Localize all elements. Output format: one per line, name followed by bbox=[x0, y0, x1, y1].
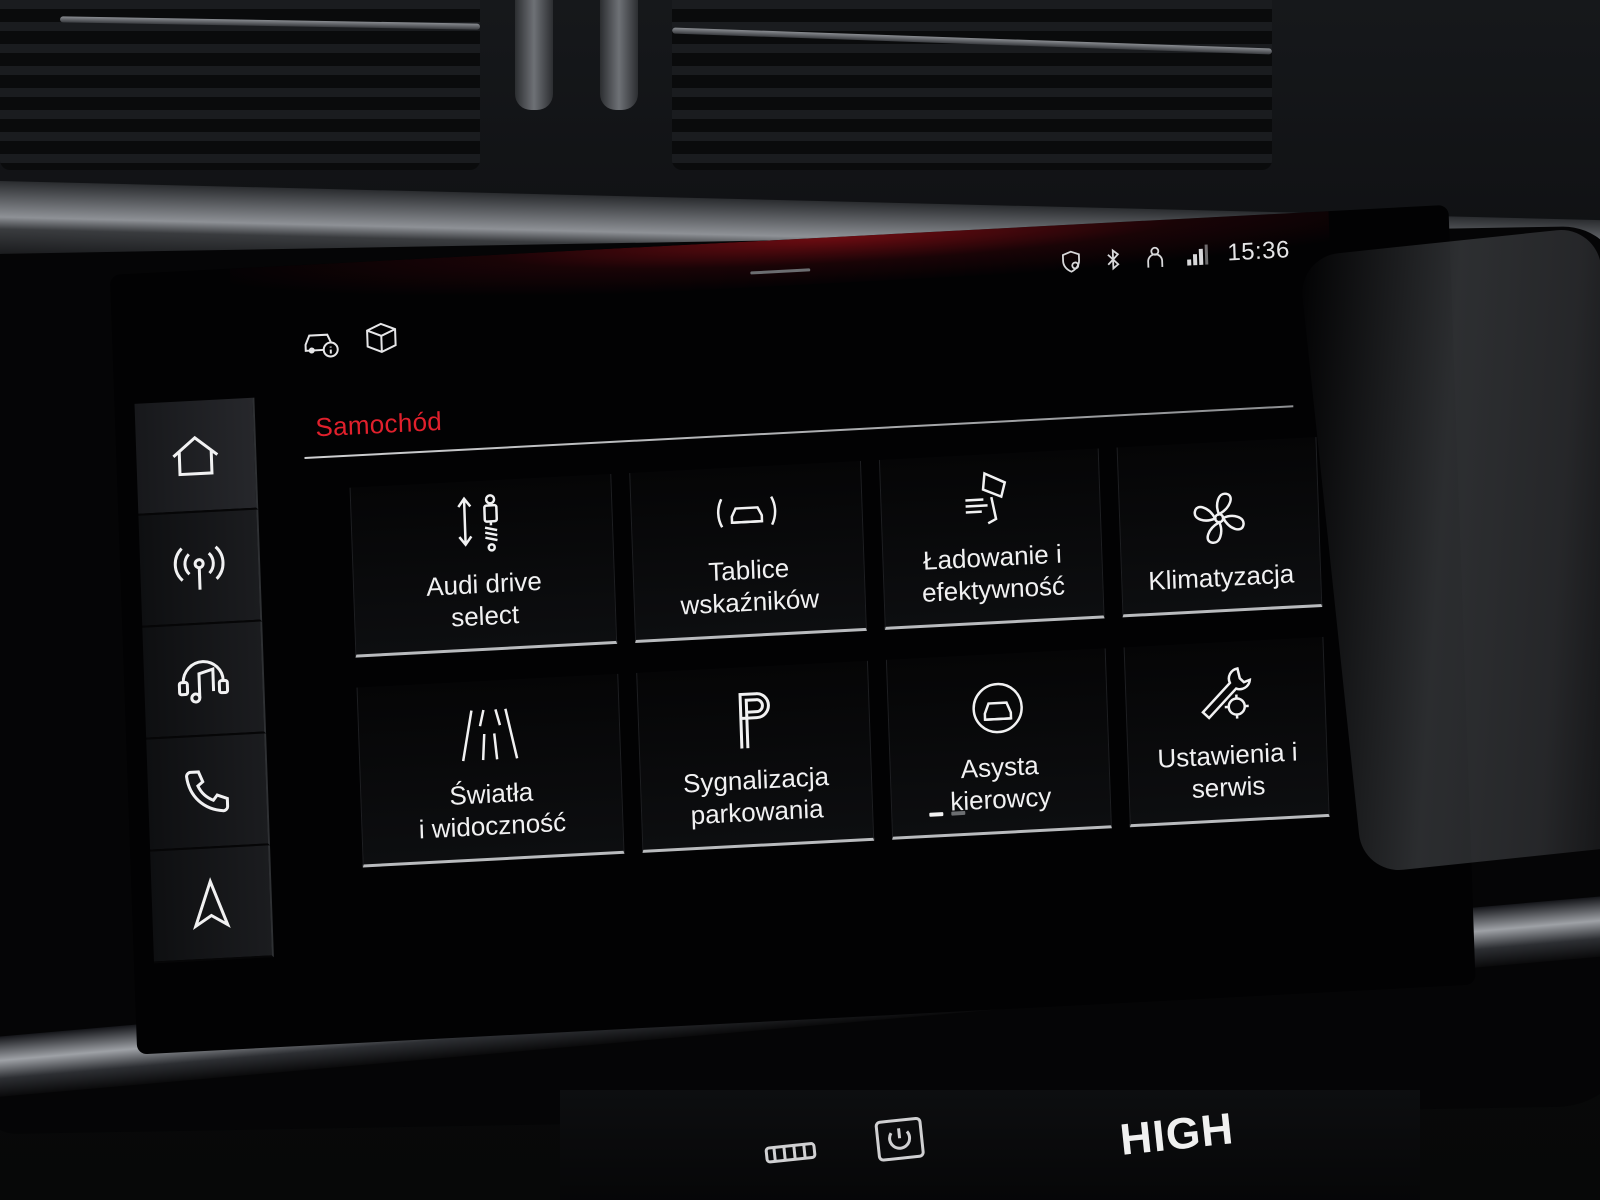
tile-label: Ładowanie i efektywność bbox=[921, 538, 1066, 608]
infotainment-screen: 15:36 Samochód Audi drive select Tablice… bbox=[110, 204, 1476, 1055]
person-icon bbox=[1143, 245, 1168, 270]
top-quick-icons bbox=[302, 320, 401, 359]
sidebar-item-radio[interactable] bbox=[138, 509, 263, 628]
tile-label: Tablice wskaźników bbox=[680, 552, 820, 621]
tile-label: Sygnalizacja parkowania bbox=[682, 760, 830, 831]
bluetooth-icon bbox=[1101, 247, 1126, 272]
sidebar-item-home[interactable] bbox=[134, 397, 259, 516]
package-icon[interactable] bbox=[362, 320, 401, 356]
shield-location-icon bbox=[1059, 249, 1084, 274]
navigation-icon bbox=[193, 877, 231, 931]
seat-heat-icon[interactable] bbox=[758, 1123, 823, 1179]
tile-label: Klimatyzacja bbox=[1147, 558, 1295, 597]
tile-label: Audi drive select bbox=[425, 565, 543, 633]
tile-label: Asysta kierowcy bbox=[949, 749, 1052, 817]
tile-label: Ustawienia i serwis bbox=[1156, 736, 1298, 804]
sidebar-item-media[interactable] bbox=[142, 621, 267, 740]
car-interior-scene: 15:36 Samochód Audi drive select Tablice… bbox=[0, 0, 1600, 1200]
car-menu-grid: Audi drive select Tablice wskaźników Ład… bbox=[349, 437, 1330, 868]
car-dashboard-icon bbox=[716, 496, 777, 528]
lights-icon bbox=[461, 708, 519, 762]
signal-icon bbox=[1185, 242, 1210, 267]
radio-icon bbox=[173, 545, 225, 590]
charging-efficiency-icon bbox=[965, 471, 1007, 525]
page-title: Samochód bbox=[314, 405, 443, 443]
tile-sygnalizacja-parkowania[interactable]: Sygnalizacja parkowania bbox=[636, 660, 875, 853]
tile-audi-drive-select[interactable]: Audi drive select bbox=[349, 474, 618, 658]
tile-ladowanie-efektywnosc[interactable]: Ładowanie i efektywność bbox=[878, 448, 1105, 630]
tile-tablice-wskaznikow[interactable]: Tablice wskaźników bbox=[629, 460, 867, 643]
fan-icon bbox=[1193, 492, 1245, 544]
lower-console bbox=[560, 1090, 1420, 1200]
sidebar-item-navigation[interactable] bbox=[150, 845, 274, 964]
clock: 15:36 bbox=[1226, 236, 1291, 267]
page-dot bbox=[951, 810, 966, 816]
phone-icon bbox=[185, 770, 230, 813]
air-vent-right bbox=[672, 0, 1272, 170]
car-info-icon[interactable] bbox=[302, 323, 341, 359]
tile-asysta-kierowcy[interactable]: Asysta kierowcy bbox=[885, 648, 1112, 840]
sidebar-item-phone[interactable] bbox=[146, 733, 271, 852]
tile-swiatla-widocznosc[interactable]: Światła i widoczność bbox=[356, 673, 625, 868]
driver-assist-icon bbox=[972, 682, 1023, 734]
parking-icon bbox=[738, 692, 770, 749]
suspension-icon bbox=[457, 494, 499, 552]
music-icon bbox=[177, 660, 230, 704]
sidebar bbox=[134, 397, 274, 964]
page-dot-active bbox=[929, 812, 944, 817]
tile-ustawienia-serwis[interactable]: Ustawienia i serwis bbox=[1123, 636, 1330, 828]
vent-knob bbox=[600, 0, 638, 110]
home-icon bbox=[172, 435, 219, 477]
tile-label: Światła i widoczność bbox=[418, 776, 567, 845]
wrench-gear-icon bbox=[1201, 667, 1252, 720]
vent-knob bbox=[515, 0, 553, 110]
power-icon[interactable] bbox=[867, 1111, 932, 1167]
tile-klimatyzacja[interactable]: Klimatyzacja bbox=[1116, 437, 1323, 618]
